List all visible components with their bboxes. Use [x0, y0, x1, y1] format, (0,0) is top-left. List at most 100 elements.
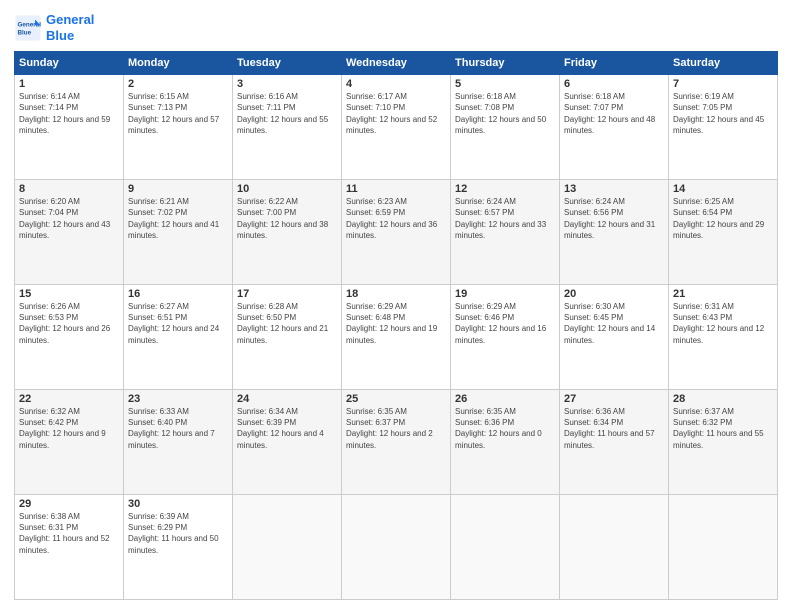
day-number: 17	[237, 288, 337, 300]
calendar-cell: 15Sunrise: 6:26 AMSunset: 6:53 PMDayligh…	[15, 285, 124, 390]
calendar-cell: 6Sunrise: 6:18 AMSunset: 7:07 PMDaylight…	[560, 75, 669, 180]
weekday-sunday: Sunday	[15, 52, 124, 75]
calendar-cell: 27Sunrise: 6:36 AMSunset: 6:34 PMDayligh…	[560, 390, 669, 495]
day-info: Sunrise: 6:33 AMSunset: 6:40 PMDaylight:…	[128, 406, 228, 451]
day-info: Sunrise: 6:34 AMSunset: 6:39 PMDaylight:…	[237, 406, 337, 451]
weekday-friday: Friday	[560, 52, 669, 75]
calendar-cell: 14Sunrise: 6:25 AMSunset: 6:54 PMDayligh…	[669, 180, 778, 285]
day-number: 27	[564, 393, 664, 405]
day-info: Sunrise: 6:24 AMSunset: 6:57 PMDaylight:…	[455, 196, 555, 241]
calendar-cell: 5Sunrise: 6:18 AMSunset: 7:08 PMDaylight…	[451, 75, 560, 180]
day-info: Sunrise: 6:30 AMSunset: 6:45 PMDaylight:…	[564, 301, 664, 346]
week-row-5: 29Sunrise: 6:38 AMSunset: 6:31 PMDayligh…	[15, 495, 778, 600]
day-number: 28	[673, 393, 773, 405]
day-info: Sunrise: 6:25 AMSunset: 6:54 PMDaylight:…	[673, 196, 773, 241]
week-row-1: 1Sunrise: 6:14 AMSunset: 7:14 PMDaylight…	[15, 75, 778, 180]
day-info: Sunrise: 6:35 AMSunset: 6:37 PMDaylight:…	[346, 406, 446, 451]
day-info: Sunrise: 6:27 AMSunset: 6:51 PMDaylight:…	[128, 301, 228, 346]
calendar-cell: 17Sunrise: 6:28 AMSunset: 6:50 PMDayligh…	[233, 285, 342, 390]
day-info: Sunrise: 6:18 AMSunset: 7:08 PMDaylight:…	[455, 91, 555, 136]
day-number: 2	[128, 78, 228, 90]
day-number: 6	[564, 78, 664, 90]
day-info: Sunrise: 6:37 AMSunset: 6:32 PMDaylight:…	[673, 406, 773, 451]
weekday-header-row: SundayMondayTuesdayWednesdayThursdayFrid…	[15, 52, 778, 75]
day-number: 21	[673, 288, 773, 300]
day-info: Sunrise: 6:39 AMSunset: 6:29 PMDaylight:…	[128, 511, 228, 556]
day-number: 3	[237, 78, 337, 90]
calendar-cell: 24Sunrise: 6:34 AMSunset: 6:39 PMDayligh…	[233, 390, 342, 495]
day-number: 10	[237, 183, 337, 195]
weekday-tuesday: Tuesday	[233, 52, 342, 75]
day-info: Sunrise: 6:29 AMSunset: 6:46 PMDaylight:…	[455, 301, 555, 346]
day-number: 11	[346, 183, 446, 195]
calendar-table: SundayMondayTuesdayWednesdayThursdayFrid…	[14, 51, 778, 600]
day-info: Sunrise: 6:29 AMSunset: 6:48 PMDaylight:…	[346, 301, 446, 346]
day-info: Sunrise: 6:31 AMSunset: 6:43 PMDaylight:…	[673, 301, 773, 346]
day-number: 25	[346, 393, 446, 405]
day-number: 7	[673, 78, 773, 90]
weekday-monday: Monday	[124, 52, 233, 75]
page: General Blue General Blue SundayMondayTu…	[0, 0, 792, 612]
day-number: 14	[673, 183, 773, 195]
day-info: Sunrise: 6:18 AMSunset: 7:07 PMDaylight:…	[564, 91, 664, 136]
calendar-cell: 11Sunrise: 6:23 AMSunset: 6:59 PMDayligh…	[342, 180, 451, 285]
calendar-cell: 7Sunrise: 6:19 AMSunset: 7:05 PMDaylight…	[669, 75, 778, 180]
day-number: 29	[19, 498, 119, 510]
day-number: 12	[455, 183, 555, 195]
day-number: 4	[346, 78, 446, 90]
day-info: Sunrise: 6:26 AMSunset: 6:53 PMDaylight:…	[19, 301, 119, 346]
calendar-cell: 26Sunrise: 6:35 AMSunset: 6:36 PMDayligh…	[451, 390, 560, 495]
day-info: Sunrise: 6:24 AMSunset: 6:56 PMDaylight:…	[564, 196, 664, 241]
weekday-saturday: Saturday	[669, 52, 778, 75]
day-info: Sunrise: 6:22 AMSunset: 7:00 PMDaylight:…	[237, 196, 337, 241]
logo: General Blue General Blue	[14, 12, 94, 43]
day-info: Sunrise: 6:17 AMSunset: 7:10 PMDaylight:…	[346, 91, 446, 136]
day-number: 5	[455, 78, 555, 90]
svg-text:Blue: Blue	[18, 29, 32, 36]
calendar-cell	[342, 495, 451, 600]
calendar-cell: 28Sunrise: 6:37 AMSunset: 6:32 PMDayligh…	[669, 390, 778, 495]
week-row-4: 22Sunrise: 6:32 AMSunset: 6:42 PMDayligh…	[15, 390, 778, 495]
day-number: 18	[346, 288, 446, 300]
calendar-cell: 23Sunrise: 6:33 AMSunset: 6:40 PMDayligh…	[124, 390, 233, 495]
day-info: Sunrise: 6:14 AMSunset: 7:14 PMDaylight:…	[19, 91, 119, 136]
day-info: Sunrise: 6:15 AMSunset: 7:13 PMDaylight:…	[128, 91, 228, 136]
calendar-cell: 3Sunrise: 6:16 AMSunset: 7:11 PMDaylight…	[233, 75, 342, 180]
calendar-cell: 29Sunrise: 6:38 AMSunset: 6:31 PMDayligh…	[15, 495, 124, 600]
logo-icon: General Blue	[14, 14, 42, 42]
calendar-cell: 2Sunrise: 6:15 AMSunset: 7:13 PMDaylight…	[124, 75, 233, 180]
day-info: Sunrise: 6:16 AMSunset: 7:11 PMDaylight:…	[237, 91, 337, 136]
weekday-thursday: Thursday	[451, 52, 560, 75]
calendar-cell: 9Sunrise: 6:21 AMSunset: 7:02 PMDaylight…	[124, 180, 233, 285]
day-number: 15	[19, 288, 119, 300]
day-number: 26	[455, 393, 555, 405]
day-number: 1	[19, 78, 119, 90]
day-info: Sunrise: 6:19 AMSunset: 7:05 PMDaylight:…	[673, 91, 773, 136]
header: General Blue General Blue	[14, 12, 778, 43]
calendar-cell: 22Sunrise: 6:32 AMSunset: 6:42 PMDayligh…	[15, 390, 124, 495]
calendar-body: 1Sunrise: 6:14 AMSunset: 7:14 PMDaylight…	[15, 75, 778, 600]
calendar-cell: 21Sunrise: 6:31 AMSunset: 6:43 PMDayligh…	[669, 285, 778, 390]
logo-text: General Blue	[46, 12, 94, 43]
calendar-cell: 19Sunrise: 6:29 AMSunset: 6:46 PMDayligh…	[451, 285, 560, 390]
day-info: Sunrise: 6:32 AMSunset: 6:42 PMDaylight:…	[19, 406, 119, 451]
week-row-2: 8Sunrise: 6:20 AMSunset: 7:04 PMDaylight…	[15, 180, 778, 285]
weekday-wednesday: Wednesday	[342, 52, 451, 75]
day-info: Sunrise: 6:38 AMSunset: 6:31 PMDaylight:…	[19, 511, 119, 556]
day-number: 22	[19, 393, 119, 405]
calendar-cell	[451, 495, 560, 600]
calendar-cell: 1Sunrise: 6:14 AMSunset: 7:14 PMDaylight…	[15, 75, 124, 180]
calendar-cell: 12Sunrise: 6:24 AMSunset: 6:57 PMDayligh…	[451, 180, 560, 285]
calendar-cell: 8Sunrise: 6:20 AMSunset: 7:04 PMDaylight…	[15, 180, 124, 285]
day-info: Sunrise: 6:28 AMSunset: 6:50 PMDaylight:…	[237, 301, 337, 346]
calendar-cell: 13Sunrise: 6:24 AMSunset: 6:56 PMDayligh…	[560, 180, 669, 285]
day-number: 30	[128, 498, 228, 510]
calendar-cell: 10Sunrise: 6:22 AMSunset: 7:00 PMDayligh…	[233, 180, 342, 285]
calendar-cell: 30Sunrise: 6:39 AMSunset: 6:29 PMDayligh…	[124, 495, 233, 600]
day-number: 13	[564, 183, 664, 195]
week-row-3: 15Sunrise: 6:26 AMSunset: 6:53 PMDayligh…	[15, 285, 778, 390]
calendar-cell: 25Sunrise: 6:35 AMSunset: 6:37 PMDayligh…	[342, 390, 451, 495]
calendar-cell	[560, 495, 669, 600]
calendar-cell: 16Sunrise: 6:27 AMSunset: 6:51 PMDayligh…	[124, 285, 233, 390]
calendar-cell	[669, 495, 778, 600]
